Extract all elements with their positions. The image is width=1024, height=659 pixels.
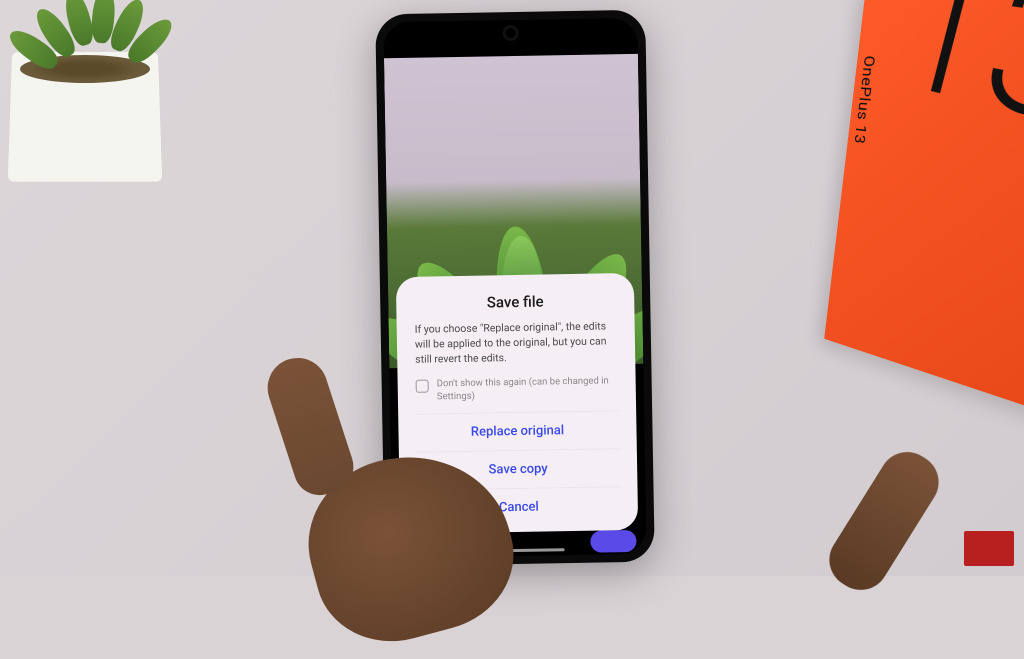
dialog-body-text: If you choose "Replace original", the ed… — [415, 319, 618, 367]
phone-device: Cancel Save file If you choose "Replace … — [375, 10, 655, 567]
plant-decoration-left — [0, 0, 210, 210]
editor-save-button[interactable] — [590, 530, 636, 553]
home-indicator[interactable] — [475, 548, 565, 553]
editor-cancel-button[interactable]: Cancel — [406, 538, 440, 552]
dont-show-again-row[interactable]: Don't show this again (can be changed in… — [416, 376, 618, 404]
card-bottom-right — [964, 531, 1014, 566]
dont-show-checkbox[interactable] — [416, 380, 429, 393]
cancel-button[interactable]: Cancel — [418, 486, 621, 528]
camera-punch-hole — [505, 28, 515, 38]
save-file-dialog: Save file If you choose "Replace origina… — [396, 273, 638, 534]
replace-original-button[interactable]: Replace original — [416, 410, 619, 452]
dont-show-label: Don't show this again (can be changed in… — [437, 376, 618, 404]
box-number: 13 — [883, 0, 1024, 156]
dialog-title: Save file — [414, 291, 616, 313]
phone-screen: Cancel Save file If you choose "Replace … — [383, 18, 646, 558]
save-copy-button[interactable]: Save copy — [417, 448, 620, 490]
